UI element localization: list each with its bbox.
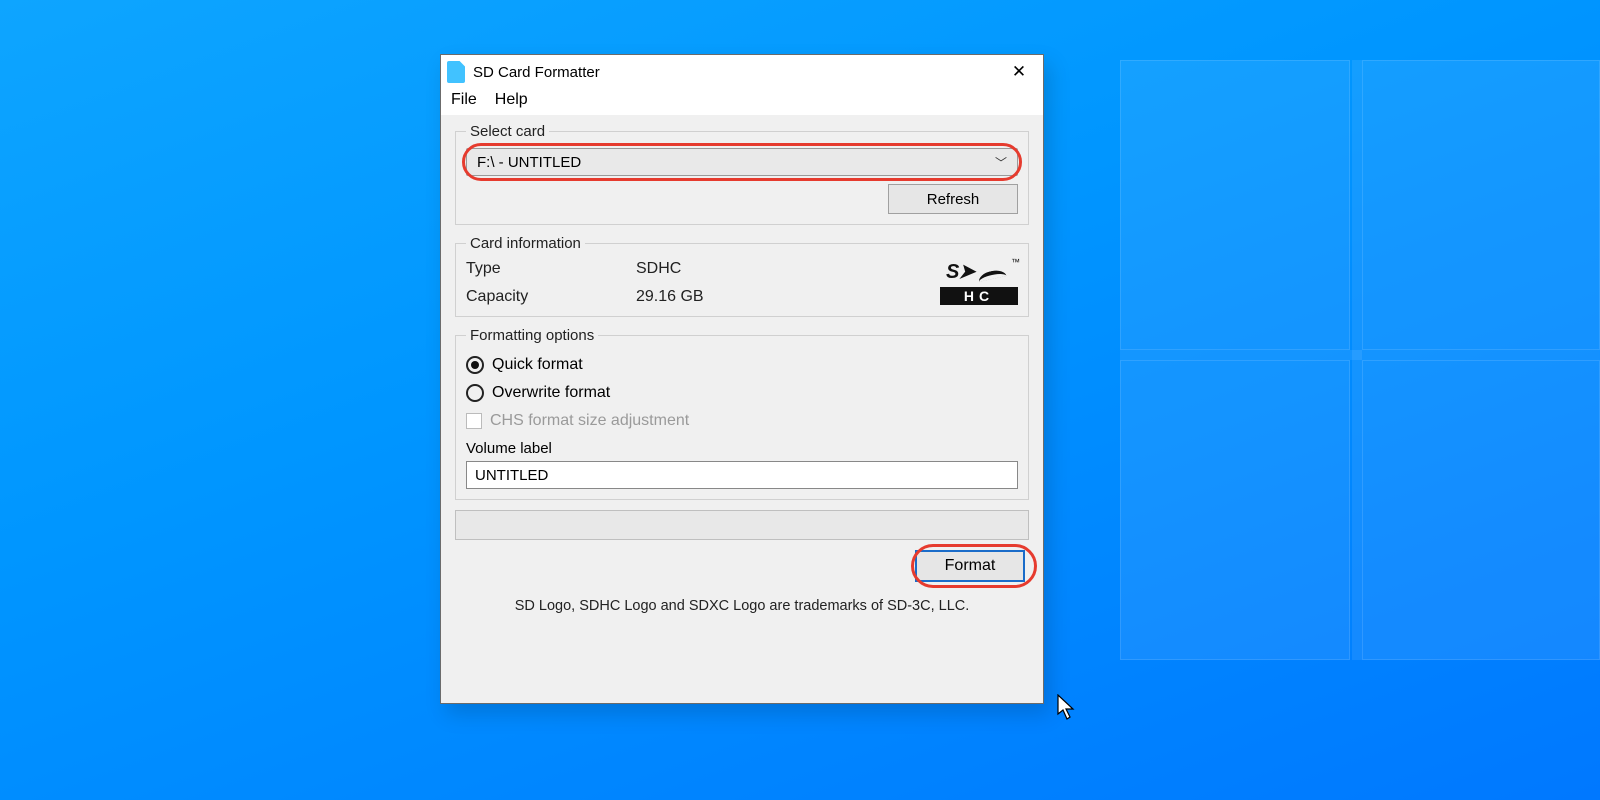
capacity-label: Capacity — [466, 288, 636, 306]
radio-overwrite-format[interactable]: Overwrite format — [466, 384, 1018, 402]
type-label: Type — [466, 260, 636, 278]
sdhc-logo: S➤ ™ HC — [928, 261, 1018, 305]
checkbox-icon — [466, 413, 482, 429]
select-card-legend: Select card — [466, 123, 549, 140]
volume-label-caption: Volume label — [466, 440, 1018, 457]
hc-logo-text: HC — [940, 287, 1018, 305]
dialog-body: Select card F:\ - UNTITLED ﹀ Refresh Car… — [441, 115, 1043, 703]
radio-icon — [466, 384, 484, 402]
refresh-button[interactable]: Refresh — [888, 184, 1018, 214]
volume-label-input[interactable] — [466, 461, 1018, 489]
card-dropdown[interactable]: F:\ - UNTITLED ﹀ — [466, 148, 1018, 176]
app-window: SD Card Formatter ✕ File Help Select car… — [440, 54, 1044, 704]
sd-logo-text: S➤ — [946, 259, 974, 284]
select-card-group: Select card F:\ - UNTITLED ﹀ Refresh — [455, 123, 1029, 225]
titlebar: SD Card Formatter ✕ — [441, 55, 1043, 89]
chevron-down-icon: ﹀ — [995, 154, 1007, 171]
close-button[interactable]: ✕ — [1005, 58, 1033, 86]
window-title: SD Card Formatter — [473, 64, 600, 81]
trademark-text: SD Logo, SDHC Logo and SDXC Logo are tra… — [455, 592, 1029, 614]
menu-help[interactable]: Help — [495, 91, 528, 109]
overwrite-format-label: Overwrite format — [492, 384, 610, 402]
sd-swoosh-icon — [977, 268, 1006, 282]
type-value: SDHC — [636, 260, 928, 278]
mouse-cursor-icon — [1056, 694, 1078, 722]
radio-quick-format[interactable]: Quick format — [466, 356, 1018, 374]
formatting-legend: Formatting options — [466, 327, 598, 344]
radio-icon — [466, 356, 484, 374]
app-icon — [447, 61, 465, 83]
chs-label: CHS format size adjustment — [490, 412, 689, 430]
checkbox-chs-adjustment[interactable]: CHS format size adjustment — [466, 412, 1018, 430]
close-icon: ✕ — [1012, 62, 1026, 82]
card-dropdown-value: F:\ - UNTITLED — [477, 154, 581, 171]
capacity-value: 29.16 GB — [636, 288, 928, 306]
formatting-options-group: Formatting options Quick format Overwrit… — [455, 327, 1029, 500]
card-info-legend: Card information — [466, 235, 585, 252]
card-info-group: Card information Type SDHC S➤ ™ HC Capac… — [455, 235, 1029, 317]
format-button[interactable]: Format — [915, 550, 1025, 582]
menu-file[interactable]: File — [451, 91, 477, 109]
menubar: File Help — [441, 89, 1043, 115]
trademark-symbol: ™ — [1011, 257, 1020, 267]
progress-bar — [455, 510, 1029, 540]
quick-format-label: Quick format — [492, 356, 583, 374]
